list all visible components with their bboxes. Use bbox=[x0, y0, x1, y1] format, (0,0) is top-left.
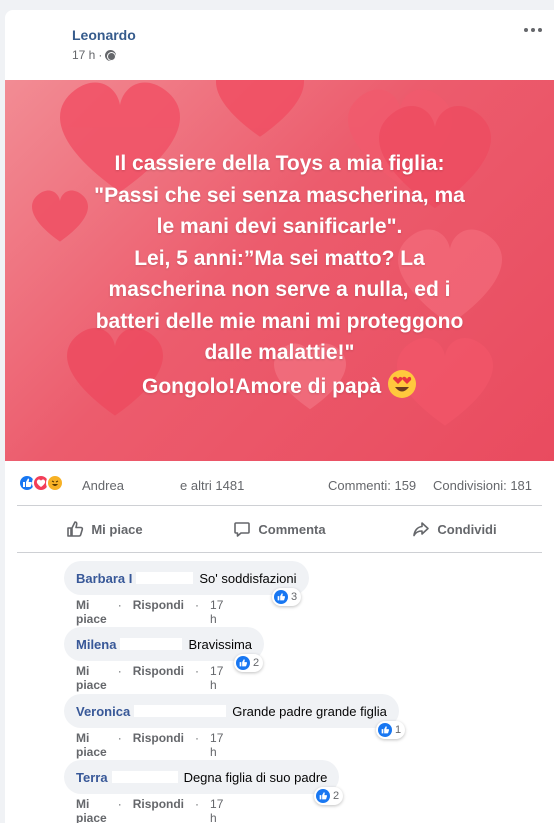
share-icon bbox=[413, 522, 430, 537]
comment-reactions[interactable]: 3 bbox=[272, 588, 302, 606]
author-avatar[interactable] bbox=[17, 20, 61, 64]
comment-reply-link[interactable]: Rispondi bbox=[133, 598, 184, 626]
commenter-avatar[interactable] bbox=[22, 561, 54, 593]
comment-reaction-count: 2 bbox=[333, 790, 340, 802]
comment-time[interactable]: 17 h bbox=[210, 797, 223, 823]
comment-meta: Mi piace · Rispondi · 17 h bbox=[76, 731, 224, 759]
post-image[interactable]: Il cassiere della Toys a mia figlia: "Pa… bbox=[5, 80, 554, 461]
redaction bbox=[111, 771, 178, 783]
comment-text: Grande padre grande figlia bbox=[232, 703, 387, 719]
heart-eyes-emoji-icon bbox=[387, 369, 417, 399]
post-actions-bar: Mi piace Commenta Condividi bbox=[17, 505, 542, 553]
comment-time[interactable]: 17 h bbox=[210, 731, 223, 759]
post-card: Leonardo 17 h · Il cassiere della Toys a… bbox=[5, 10, 554, 823]
redaction bbox=[136, 572, 194, 584]
image-caption: Il cassiere della Toys a mia figlia: "Pa… bbox=[25, 148, 534, 402]
thumbs-up-icon bbox=[67, 521, 84, 537]
post-stats: Andrea e altri 1481 Commenti: 159 Condiv… bbox=[5, 461, 554, 505]
post-author-name[interactable]: Leonardo bbox=[72, 27, 136, 43]
comment-like-link[interactable]: Mi piace bbox=[76, 731, 107, 759]
commenter-avatar[interactable] bbox=[22, 694, 54, 726]
comment-bubble: Barbara I So' soddisfazioni bbox=[64, 561, 309, 595]
post-time[interactable]: 17 h bbox=[72, 48, 95, 62]
comment-like-link[interactable]: Mi piace bbox=[76, 598, 107, 626]
redaction bbox=[134, 705, 227, 717]
globe-icon bbox=[105, 49, 117, 61]
comment-meta: Mi piace · Rispondi · 17 h bbox=[76, 664, 224, 692]
more-options-button[interactable] bbox=[524, 23, 546, 37]
comment-bubble: Milena Bravissima bbox=[64, 627, 265, 661]
comment-time[interactable]: 17 h bbox=[210, 664, 223, 692]
like-icon bbox=[274, 590, 288, 604]
comment-like-link[interactable]: Mi piace bbox=[76, 797, 107, 823]
comment-author[interactable]: Milena bbox=[76, 637, 116, 652]
reactor-name[interactable]: Andrea bbox=[82, 478, 124, 493]
like-icon bbox=[316, 789, 330, 803]
comment-reaction-count: 1 bbox=[395, 724, 402, 736]
share-button-label: Condividi bbox=[437, 521, 497, 537]
reactor-others[interactable]: e altri 1481 bbox=[180, 478, 244, 493]
heart-decoration bbox=[205, 80, 315, 150]
commenter-avatar[interactable] bbox=[22, 627, 54, 659]
comment-meta: Mi piace · Rispondi · 17 h bbox=[76, 598, 224, 626]
redaction bbox=[120, 638, 183, 650]
comment-text: Bravissima bbox=[188, 636, 253, 652]
image-caption-text: Il cassiere della Toys a mia figlia: "Pa… bbox=[94, 152, 465, 398]
dot bbox=[531, 28, 535, 32]
shares-count[interactable]: Condivisioni: 181 bbox=[433, 478, 532, 493]
comment-reaction-count: 2 bbox=[253, 657, 260, 669]
comment-meta: Mi piace · Rispondi · 17 h bbox=[76, 797, 224, 823]
comment-icon bbox=[234, 522, 251, 537]
dot bbox=[524, 28, 528, 32]
comment-button-label: Commenta bbox=[258, 521, 326, 537]
comment-bubble: Veronica Grande padre grande figlia bbox=[64, 694, 399, 728]
comment-reactions[interactable]: 2 bbox=[314, 787, 344, 805]
comment-text: Degna figlia di suo padre bbox=[183, 769, 328, 785]
comment-author[interactable]: Barbara I bbox=[76, 571, 132, 586]
post-meta: 17 h · bbox=[72, 48, 117, 62]
comment-bubble: Terra Degna figlia di suo padre bbox=[64, 760, 340, 794]
comment-reaction-count: 3 bbox=[291, 591, 298, 603]
comment-author[interactable]: Veronica bbox=[76, 704, 130, 719]
like-icon bbox=[236, 656, 250, 670]
share-button[interactable]: Condividi bbox=[367, 506, 542, 552]
comment-text: So' soddisfazioni bbox=[199, 570, 297, 586]
comment-like-link[interactable]: Mi piace bbox=[76, 664, 107, 692]
like-icon bbox=[378, 723, 392, 737]
haha-icon bbox=[46, 474, 64, 492]
like-button-label: Mi piace bbox=[91, 521, 143, 537]
comment-reply-link[interactable]: Rispondi bbox=[133, 731, 184, 759]
comment-time[interactable]: 17 h bbox=[210, 598, 223, 626]
comment-reactions[interactable]: 1 bbox=[376, 721, 406, 739]
like-button[interactable]: Mi piace bbox=[17, 506, 192, 552]
comments-count[interactable]: Commenti: 159 bbox=[328, 478, 416, 493]
commenter-avatar[interactable] bbox=[22, 760, 54, 792]
comment-reply-link[interactable]: Rispondi bbox=[133, 664, 184, 692]
comment-author[interactable]: Terra bbox=[76, 770, 108, 785]
comment-button[interactable]: Commenta bbox=[192, 506, 367, 552]
comment-reactions[interactable]: 2 bbox=[234, 654, 264, 672]
comment-reply-link[interactable]: Rispondi bbox=[133, 797, 184, 823]
dot bbox=[538, 28, 542, 32]
reaction-summary[interactable] bbox=[18, 474, 64, 492]
